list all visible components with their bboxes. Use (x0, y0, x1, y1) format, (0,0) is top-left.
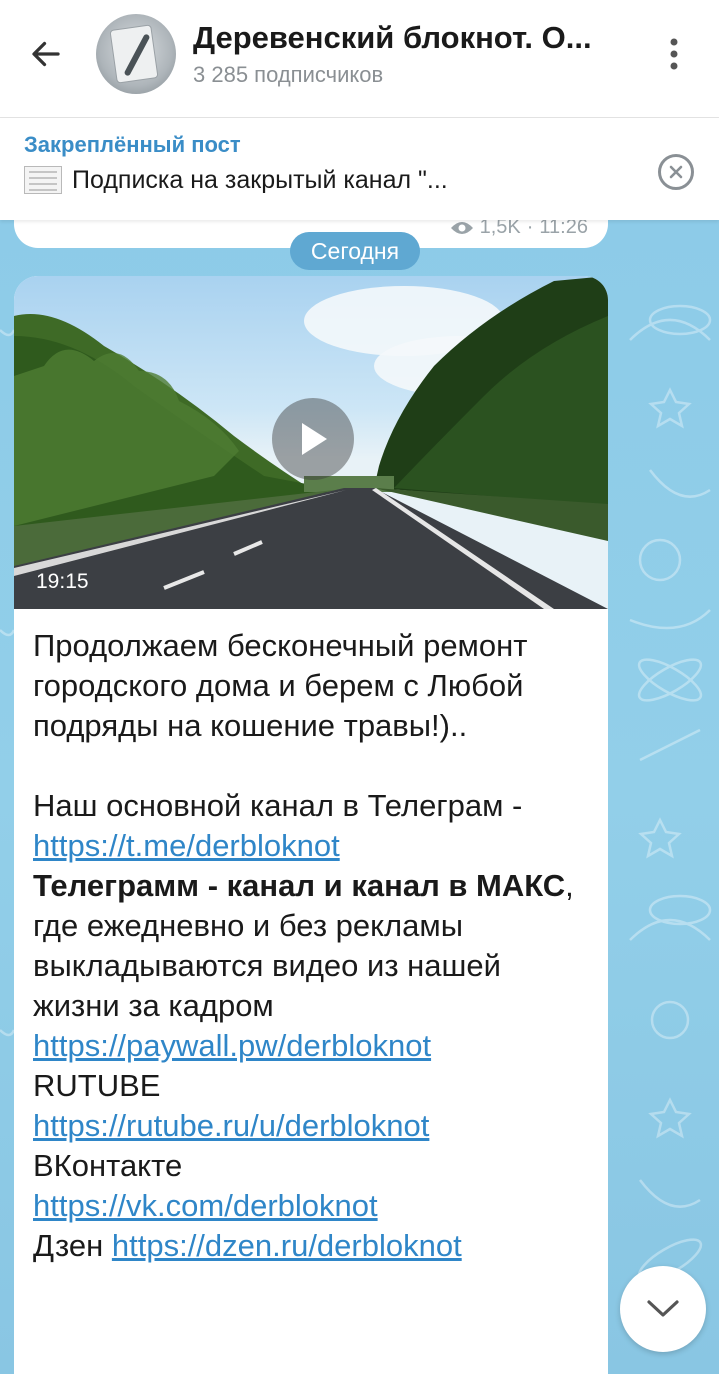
eye-icon (450, 221, 473, 234)
play-icon (302, 423, 327, 455)
link-paywall[interactable]: https://paywall.pw/derbloknot (33, 1028, 431, 1063)
message-text: Продолжаем бесконечный ремонт городского… (33, 626, 593, 1266)
label-rutube: RUTUBE (33, 1068, 161, 1103)
main-channel-line: Наш основной канал в Телеграм - (33, 788, 523, 823)
video-duration: 19:15 (36, 570, 89, 593)
channel-avatar[interactable] (96, 14, 176, 94)
arrow-left-icon (32, 41, 60, 67)
close-pinned-button[interactable] (658, 154, 694, 190)
channel-title[interactable]: Деревенский блокнот. О... (193, 20, 613, 56)
more-menu-button[interactable] (650, 30, 698, 78)
more-vertical-icon (670, 38, 678, 70)
label-dzen: Дзен (33, 1228, 104, 1263)
doodle-pattern-left (0, 329, 14, 1037)
pinned-label: Закреплённый пост (24, 132, 241, 157)
link-telegram[interactable]: https://t.me/derbloknot (33, 828, 340, 863)
link-dzen[interactable]: https://dzen.ru/derbloknot (112, 1228, 462, 1263)
play-button[interactable] (272, 398, 354, 480)
bold-channel-text: Телеграмм - канал и канал в МАКС (33, 868, 566, 903)
date-separator: Сегодня (290, 232, 420, 270)
subscriber-count: 3 285 подписчиков (193, 62, 384, 87)
pinned-text: Подписка на закрытый канал "... (72, 166, 448, 194)
scroll-down-button[interactable] (620, 1266, 706, 1352)
link-rutube[interactable]: https://rutube.ru/u/derbloknot (33, 1108, 429, 1143)
message-paragraph: Продолжаем бесконечный ремонт городского… (33, 628, 528, 743)
pinned-thumbnail (24, 166, 62, 194)
chat-header: Деревенский блокнот. О... 3 285 подписчи… (0, 0, 719, 118)
message-bubble[interactable]: 19:15 Продолжаем бесконечный ремонт горо… (14, 276, 608, 1374)
doodle-pattern (629, 304, 712, 1282)
chevron-down-icon (647, 1300, 679, 1317)
pinned-post-bar[interactable]: Закреплённый пост Подписка на закрытый к… (0, 118, 719, 220)
link-vk[interactable]: https://vk.com/derbloknot (33, 1188, 378, 1223)
label-vk: ВКонтакте (33, 1148, 183, 1183)
back-button[interactable] (22, 30, 70, 78)
video-preview[interactable]: 19:15 (14, 276, 608, 609)
close-icon (669, 165, 683, 179)
